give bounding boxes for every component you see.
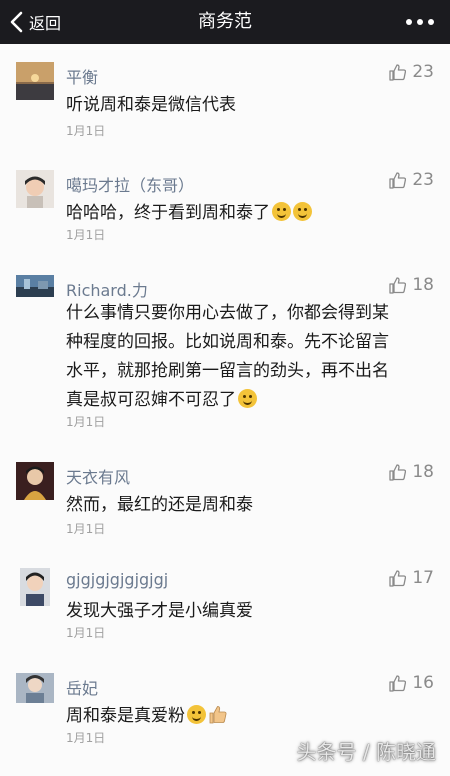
page-title: 商务范 <box>198 11 252 32</box>
comment-text: 听说周和泰是微信代表 <box>66 95 236 115</box>
avatar <box>20 568 50 606</box>
comment-date: 1月1日 <box>66 228 106 242</box>
comment-nickname: 天衣有风 <box>66 468 131 487</box>
like-button[interactable]: 16 <box>389 673 434 693</box>
avatar <box>16 170 54 208</box>
like-button[interactable]: 18 <box>389 275 434 295</box>
like-count: 16 <box>412 673 434 693</box>
comment-nickname: gjgjgjgjgjgjgj <box>66 570 169 589</box>
watermark: 头条号 / 陈晓通 <box>296 740 436 764</box>
like-button[interactable]: 23 <box>389 170 434 190</box>
comment-date: 1月1日 <box>66 731 106 745</box>
more-options-button[interactable] <box>406 0 434 44</box>
thumbs-up-icon <box>389 276 407 294</box>
like-count: 17 <box>412 568 434 588</box>
avatar <box>16 462 54 500</box>
thumbs-up-icon <box>389 171 407 189</box>
thumbs-up-icon <box>389 569 407 587</box>
thumbs-up-icon <box>389 63 407 81</box>
like-count: 23 <box>412 170 434 190</box>
comment-date: 1月1日 <box>66 522 106 536</box>
thumbs-up-emoji-icon <box>209 706 227 724</box>
nav-bar: 返回 商务范 <box>0 0 450 44</box>
like-count: 18 <box>412 275 434 295</box>
like-count: 23 <box>412 62 434 82</box>
comment-text: 什么事情只要你用心去做了，你都会得到某 种程度的回报。比如说周和泰。先不论留言 … <box>66 303 389 410</box>
comment-nickname: 岳妃 <box>66 679 99 698</box>
more-dots-icon <box>406 19 412 25</box>
comment-text: 周和泰是真爱粉 <box>66 703 438 730</box>
comment-nickname: 噶玛才拉（东哥） <box>66 176 195 195</box>
avatar <box>16 673 54 703</box>
like-button[interactable]: 18 <box>389 462 434 482</box>
thumbs-up-icon <box>389 463 407 481</box>
comment-text: 哈哈哈，终于看到周和泰了 <box>66 200 438 227</box>
avatar <box>16 62 54 100</box>
comment-nickname: 平衡 <box>66 68 99 87</box>
comment-text: 发现大强子才是小编真爱 <box>66 601 253 621</box>
comment-date: 1月1日 <box>66 124 106 138</box>
tears-of-joy-emoji-icon <box>187 705 206 724</box>
like-button[interactable]: 23 <box>389 62 434 82</box>
comment-date: 1月1日 <box>66 626 106 640</box>
comment-date: 1月1日 <box>66 415 106 429</box>
thumbs-up-icon <box>389 674 407 692</box>
avatar <box>16 275 54 297</box>
grin-emoji-icon <box>238 389 257 408</box>
comment-text: 然而，最红的还是周和泰 <box>66 495 253 515</box>
comment-nickname: Richard.力 <box>66 281 148 300</box>
like-button[interactable]: 17 <box>389 568 434 588</box>
like-count: 18 <box>412 462 434 482</box>
giggle-emoji-icon <box>272 202 291 221</box>
giggle-emoji-icon <box>293 202 312 221</box>
